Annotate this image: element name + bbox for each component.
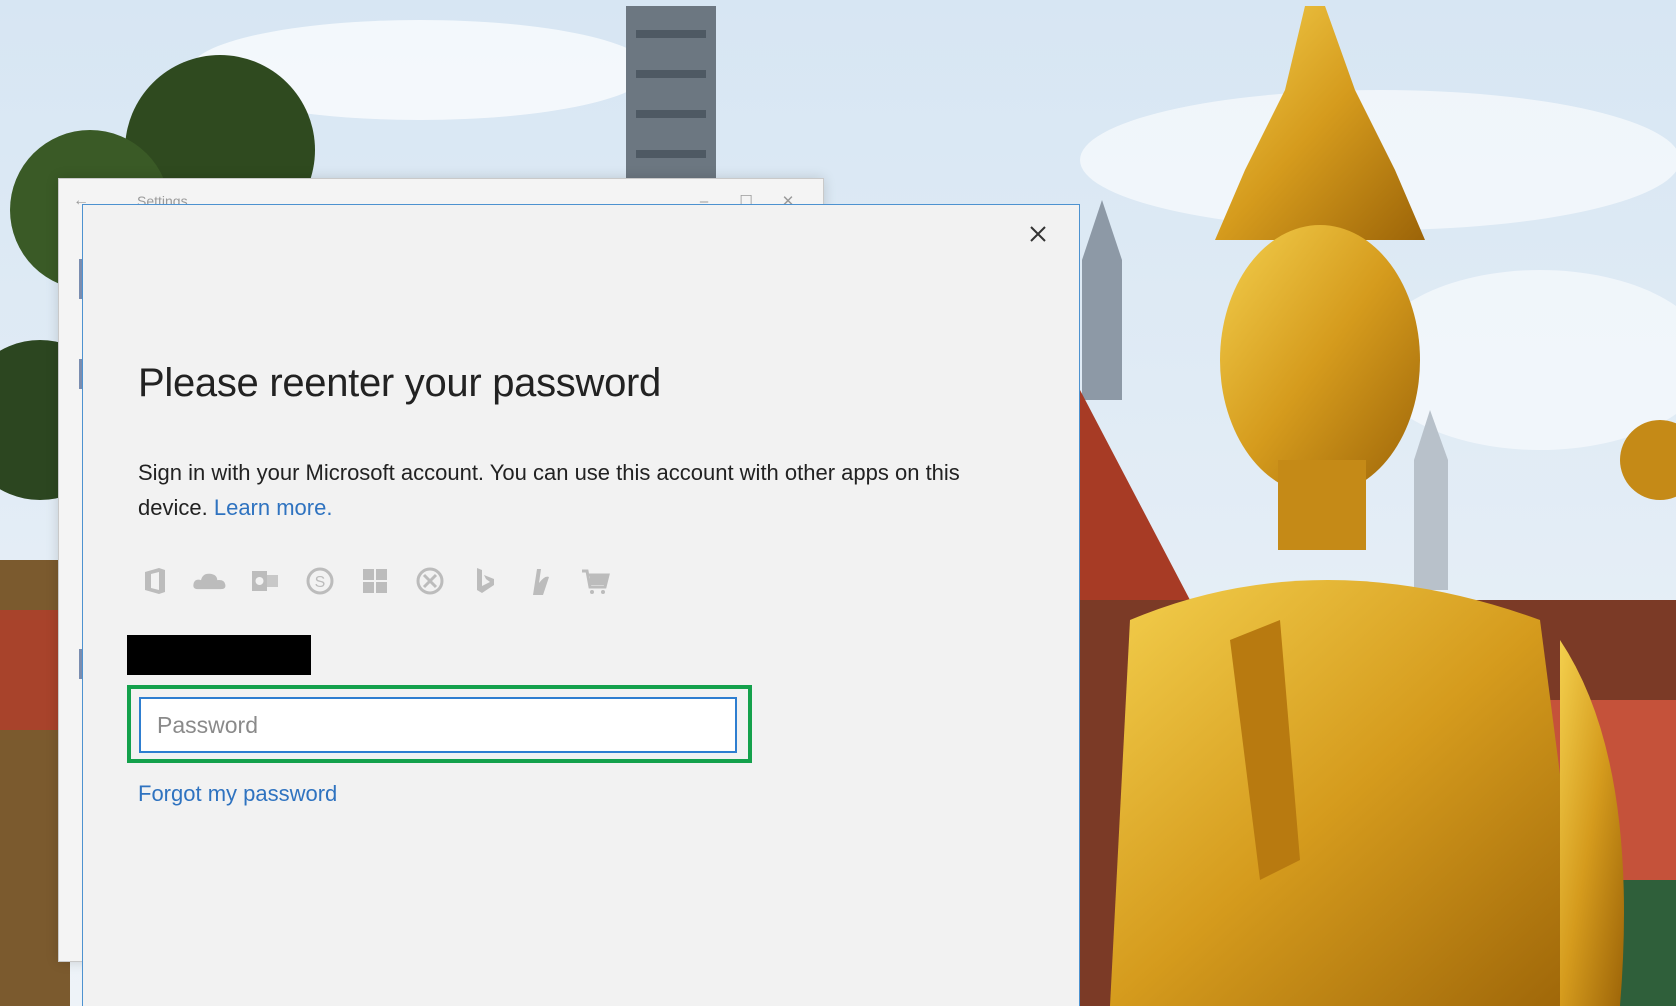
office-icon [137, 563, 173, 599]
password-input[interactable] [139, 697, 737, 753]
dialog-description: Sign in with your Microsoft account. You… [138, 455, 998, 525]
reenter-password-dialog: Please reenter your password Sign in wit… [82, 204, 1080, 1006]
dialog-title: Please reenter your password [138, 361, 661, 405]
microsoft-app-icons: S [137, 563, 613, 599]
xbox-icon [412, 563, 448, 599]
onedrive-icon [192, 563, 228, 599]
bing-icon [467, 563, 503, 599]
store-icon [577, 563, 613, 599]
learn-more-link[interactable]: Learn more. [214, 495, 333, 520]
msn-icon [522, 563, 558, 599]
skype-icon: S [302, 563, 338, 599]
windows-icon [357, 563, 393, 599]
svg-text:S: S [315, 574, 326, 591]
dialog-close-button[interactable] [1021, 217, 1055, 251]
redacted-account-email [127, 635, 311, 675]
outlook-icon [247, 563, 283, 599]
close-icon [1030, 226, 1046, 242]
forgot-password-link[interactable]: Forgot my password [138, 781, 337, 807]
